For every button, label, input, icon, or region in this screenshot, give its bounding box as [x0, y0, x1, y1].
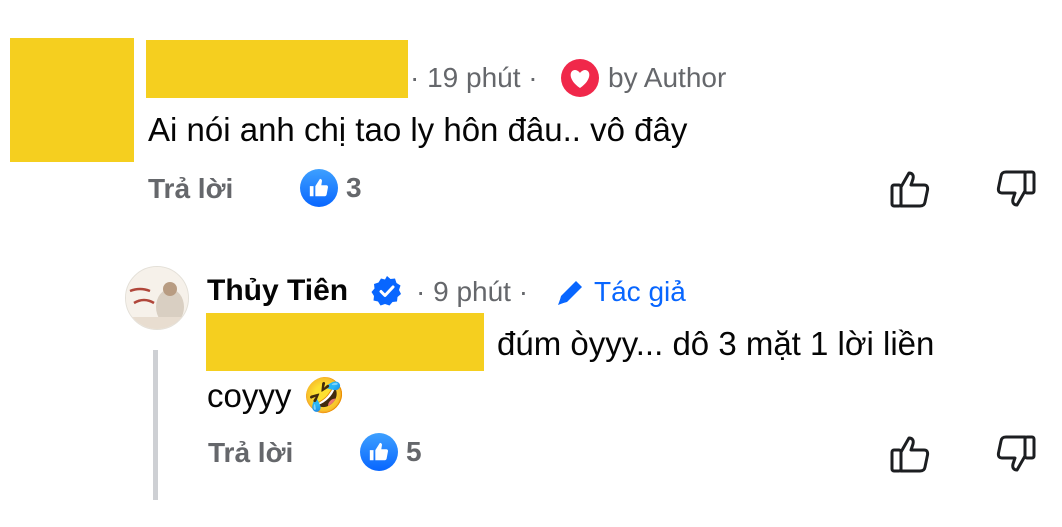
avatar-redacted[interactable]: [10, 38, 134, 162]
avatar[interactable]: [125, 266, 189, 330]
reply-text-line1: đúm òyyy... dô 3 mặt 1 lời liền: [497, 325, 935, 362]
commenter-name-redacted[interactable]: [146, 40, 408, 98]
comment-timestamp: · 19 phút ·: [410, 62, 538, 93]
verified-badge-icon: [371, 275, 403, 307]
reply-button[interactable]: Trả lời: [208, 436, 293, 470]
like-reaction-icon: [300, 169, 338, 207]
reply-thread-line: [153, 350, 158, 500]
author-tag: Tác giả: [594, 276, 686, 307]
reply-text-end: coyyy: [207, 377, 292, 414]
commenter-name[interactable]: Thủy Tiên: [207, 273, 348, 309]
thumbs-up-icon[interactable]: [888, 432, 932, 476]
heart-icon: [560, 58, 600, 98]
author-reacted-label: by Author: [608, 62, 727, 93]
thumbs-up-icon[interactable]: [888, 167, 932, 211]
reply-text-line2: coyyy 🤣: [207, 374, 346, 418]
thumbs-down-icon[interactable]: [994, 432, 1038, 476]
like-count: 3: [346, 172, 362, 203]
mentioned-name-redacted[interactable]: [206, 313, 484, 371]
rolling-laughing-emoji: 🤣: [303, 377, 346, 415]
thumbs-down-icon[interactable]: [994, 167, 1038, 211]
comment-text: Ai nói anh chị tao ly hôn đâu.. vô đây: [148, 111, 688, 148]
reply-button[interactable]: Trả lời: [148, 172, 233, 206]
pencil-icon: [554, 275, 588, 309]
like-count: 5: [406, 436, 422, 467]
like-reaction-icon: [360, 433, 398, 471]
reply-timestamp: · 9 phút ·: [416, 276, 529, 307]
like-count-group[interactable]: 3: [300, 169, 362, 207]
like-count-group[interactable]: 5: [360, 433, 422, 471]
